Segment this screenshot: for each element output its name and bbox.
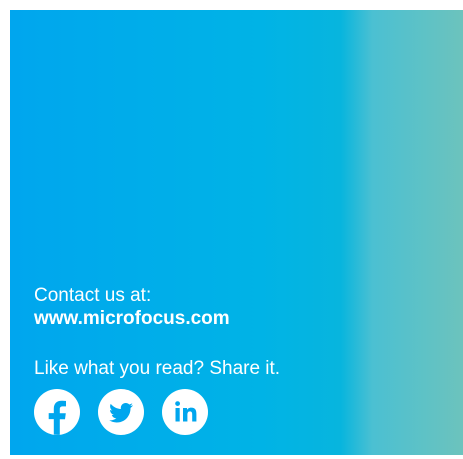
social-share-row	[34, 389, 280, 435]
website-link[interactable]: www.microfocus.com	[34, 307, 280, 330]
contact-content: Contact us at: www.microfocus.com Like w…	[34, 284, 280, 435]
contact-label: Contact us at:	[34, 285, 152, 306]
share-prompt: Like what you read? Share it.	[34, 358, 281, 379]
facebook-icon[interactable]	[34, 389, 80, 435]
contact-card: Contact us at: www.microfocus.com Like w…	[10, 10, 463, 455]
twitter-icon[interactable]	[98, 389, 144, 435]
linkedin-icon[interactable]	[162, 389, 208, 435]
